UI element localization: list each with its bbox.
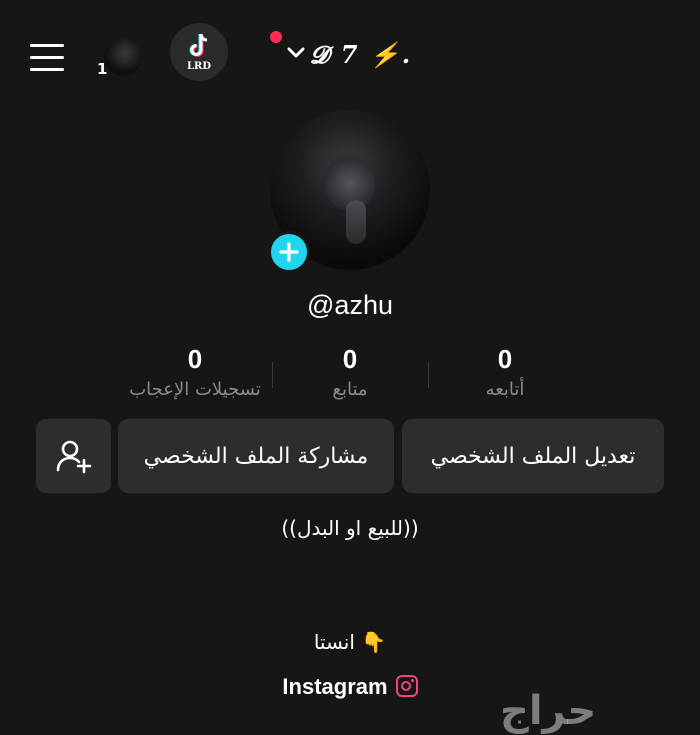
stat-followers[interactable]: 0 متابع bbox=[265, 344, 435, 400]
add-friend-icon bbox=[56, 440, 91, 474]
stat-label: تسجيلات الإعجاب bbox=[129, 379, 261, 400]
notification-dot bbox=[270, 31, 282, 43]
share-profile-button[interactable]: مشاركة الملف الشخصي bbox=[118, 419, 394, 493]
stat-label: أتابعه bbox=[485, 379, 525, 400]
stat-label: متابع bbox=[332, 379, 368, 400]
tiktok-logo-icon[interactable]: LRD bbox=[170, 23, 228, 81]
stat-value: 0 bbox=[187, 344, 203, 374]
account-switch-avatar[interactable] bbox=[104, 38, 142, 76]
menu-icon[interactable] bbox=[30, 44, 64, 72]
profile-handle: @azhu bbox=[307, 290, 393, 320]
add-photo-button[interactable] bbox=[268, 231, 310, 273]
stat-likes[interactable]: 0 تسجيلات الإعجاب bbox=[110, 344, 280, 400]
bio-text: ((للبيع او البدل)) bbox=[281, 516, 419, 540]
account-name[interactable]: 𝓓 7 ⚡. bbox=[310, 40, 412, 69]
stat-value: 0 bbox=[342, 344, 358, 374]
instagram-link-text: Instagram bbox=[282, 674, 388, 699]
edit-profile-button[interactable]: تعديل الملف الشخصي bbox=[402, 419, 664, 493]
watermark-logo: حراج bbox=[500, 688, 597, 734]
stat-following[interactable]: 0 أتابعه bbox=[420, 344, 590, 400]
instagram-icon bbox=[395, 675, 418, 697]
avatar-hand bbox=[346, 200, 366, 244]
plus-icon bbox=[279, 242, 299, 262]
bio-instagram-label: انستا 👇 bbox=[313, 630, 387, 654]
logo-label: LRD bbox=[186, 61, 211, 72]
chevron-down-icon[interactable] bbox=[287, 47, 305, 59]
add-friend-button[interactable] bbox=[36, 419, 111, 493]
stat-value: 0 bbox=[497, 344, 513, 374]
account-count-badge: 1 bbox=[97, 60, 108, 78]
